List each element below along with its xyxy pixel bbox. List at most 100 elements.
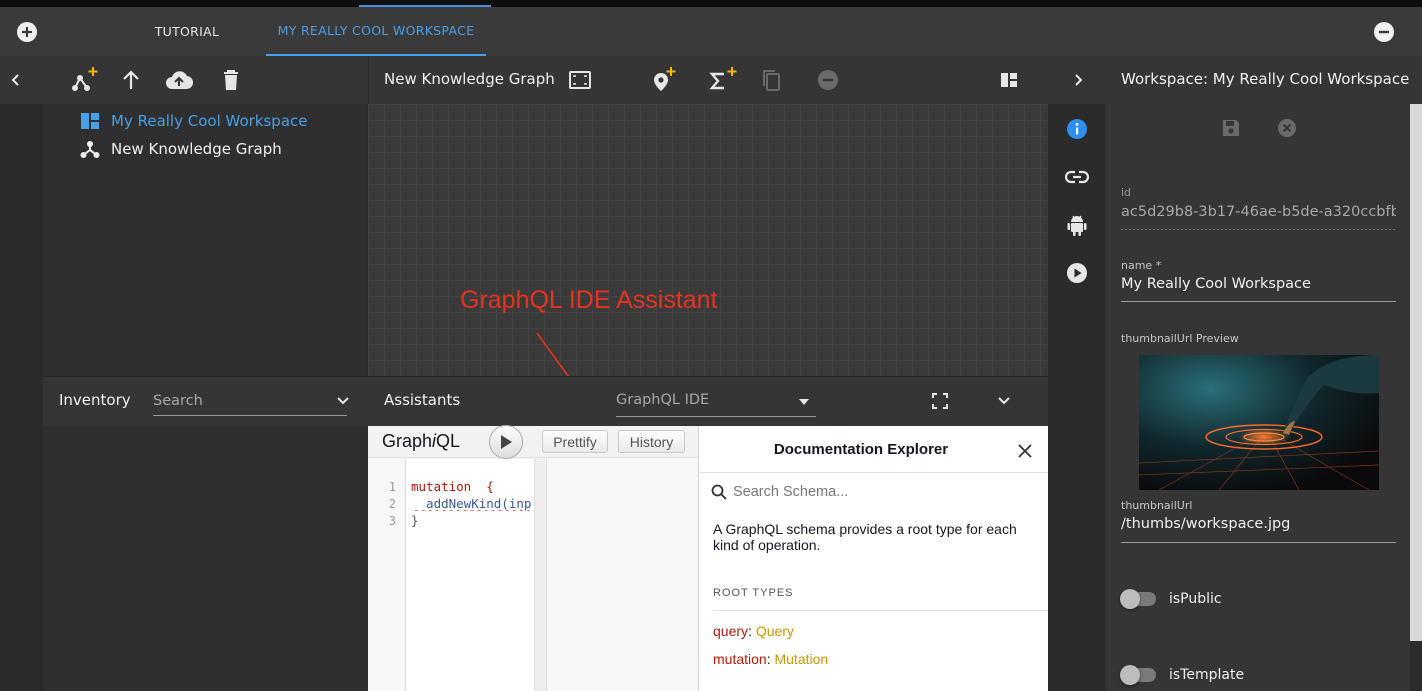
tree-item-workspace[interactable]: My Really Cool Workspace (80, 110, 308, 132)
search-placeholder: Search (153, 393, 203, 409)
root-type-link[interactable]: Query (756, 623, 794, 639)
code-line: } (411, 513, 419, 528)
execute-query-button[interactable] (489, 425, 523, 459)
move-up-button[interactable] (118, 66, 144, 94)
doc-description: A GraphQL schema provides a root type fo… (713, 521, 1017, 553)
schema-search-input[interactable]: Search Schema... (711, 481, 1041, 503)
chevron-down-icon (337, 397, 349, 405)
editor-result-divider[interactable] (534, 459, 547, 691)
inventory-list (43, 426, 368, 691)
root-type-field: query (713, 623, 749, 639)
upload-button[interactable] (164, 66, 194, 94)
assistant-select[interactable]: GraphQL IDE (616, 389, 816, 417)
inventory-title: Inventory (59, 391, 131, 409)
code-line: addNewKind(inp (411, 496, 532, 511)
links-tab-button[interactable] (1064, 164, 1090, 190)
save-button[interactable] (1219, 116, 1243, 140)
copy-icon (763, 70, 780, 91)
window-top-strip (0, 0, 1422, 7)
agent-tab-button[interactable] (1064, 211, 1090, 239)
is-public-toggle[interactable] (1120, 588, 1158, 610)
dashboard-icon (81, 113, 99, 129)
doc-close-button[interactable] (1014, 440, 1036, 462)
history-button[interactable]: History (618, 430, 685, 453)
result-viewer (547, 459, 698, 691)
info-tab-button[interactable] (1064, 116, 1090, 142)
add-tab-button[interactable] (15, 20, 39, 44)
play-icon (501, 435, 512, 449)
collapse-left-button[interactable] (4, 68, 28, 92)
root-type-link[interactable]: Mutation (774, 651, 828, 667)
collapse-right-button[interactable] (1066, 68, 1090, 92)
plus-circle-icon (17, 22, 37, 42)
search-icon (711, 484, 727, 500)
cancel-icon (1278, 119, 1296, 137)
tree-item-label: My Really Cool Workspace (111, 112, 308, 130)
is-template-label: isTemplate (1169, 667, 1245, 683)
tree-item-knowledge-graph[interactable]: New Knowledge Graph (80, 138, 282, 160)
add-aggregate-button[interactable] (706, 64, 740, 94)
graph-add-icon (72, 67, 98, 91)
minus-circle-icon (818, 70, 838, 90)
run-tab-button[interactable] (1064, 260, 1090, 286)
dashboard-icon (1001, 73, 1017, 87)
toggle-thumb (1120, 589, 1140, 609)
chevron-left-icon (11, 74, 19, 86)
line-number: 3 (388, 514, 396, 528)
is-template-toggle[interactable] (1120, 664, 1158, 686)
copy-button[interactable] (758, 66, 784, 94)
info-icon (1067, 119, 1087, 139)
name-field[interactable]: My Really Cool Workspace (1121, 276, 1396, 292)
thumbnail-url-field[interactable]: /thumbs/workspace.jpg (1121, 516, 1396, 532)
arrow-up-icon (123, 70, 139, 89)
delete-button[interactable] (218, 66, 244, 94)
right-panel-scrollbar[interactable] (1410, 104, 1422, 641)
prettify-button[interactable]: Prettify (542, 430, 608, 453)
name-label: name * (1121, 259, 1162, 272)
assistants-title: Assistants (384, 391, 461, 409)
id-field: ac5d29b8-3b17-46ae-b5de-a320ccbfb17 (1121, 204, 1396, 220)
tab-my-really-cool-workspace[interactable]: MY REALLY COOL WORKSPACE (266, 7, 486, 56)
is-public-label: isPublic (1169, 591, 1222, 607)
doc-explorer-title: Documentation Explorer (773, 441, 949, 458)
canvas-title: New Knowledge Graph (384, 70, 555, 88)
add-node-button[interactable] (646, 64, 680, 94)
android-icon (1067, 215, 1087, 236)
thumbnail-url-label: thumbnailUrl (1121, 499, 1193, 512)
sigma-add-icon (709, 67, 737, 90)
inventory-expand-button[interactable] (333, 391, 353, 411)
root-type-mutation[interactable]: mutation: Mutation (713, 651, 828, 667)
left-gutter (0, 104, 43, 691)
tree-item-label: New Knowledge Graph (111, 140, 282, 158)
play-circle-icon (1067, 263, 1087, 283)
add-graph-button[interactable] (70, 64, 102, 94)
thumbnail-url-underline (1121, 542, 1396, 543)
layout-button[interactable] (996, 68, 1022, 92)
graph-canvas[interactable] (368, 104, 1048, 376)
remove-tab-button[interactable] (1372, 20, 1396, 44)
thumbnail-preview-label: thumbnailUrl Preview (1121, 332, 1239, 345)
fullscreen-icon (932, 393, 948, 409)
cloud-upload-icon (166, 71, 193, 90)
remove-button[interactable] (815, 67, 841, 93)
tab-tutorial[interactable]: TUTORIAL (108, 7, 266, 56)
inventory-search-input[interactable]: Search (153, 390, 347, 416)
fit-view-button[interactable] (566, 67, 594, 93)
id-label: id (1121, 186, 1132, 199)
schema-search-placeholder: Search Schema... (733, 484, 849, 500)
graphiql-logo: GraphiQL (382, 431, 460, 452)
cancel-button[interactable] (1275, 116, 1299, 140)
chevron-down-icon (998, 397, 1010, 405)
minus-circle-icon (1374, 22, 1394, 42)
close-icon (1018, 444, 1032, 458)
fullscreen-button[interactable] (928, 390, 952, 412)
code-line: mutation { (411, 479, 494, 494)
line-number: 2 (388, 497, 396, 511)
name-underline (1121, 301, 1396, 302)
fit-screen-icon (569, 71, 591, 89)
caret-down-icon (799, 399, 809, 405)
root-type-query[interactable]: query: Query (713, 623, 794, 639)
assistants-collapse-button[interactable] (994, 391, 1014, 411)
right-panel-title: Workspace: My Really Cool Workspace (1121, 70, 1410, 88)
line-number: 1 (388, 480, 396, 494)
